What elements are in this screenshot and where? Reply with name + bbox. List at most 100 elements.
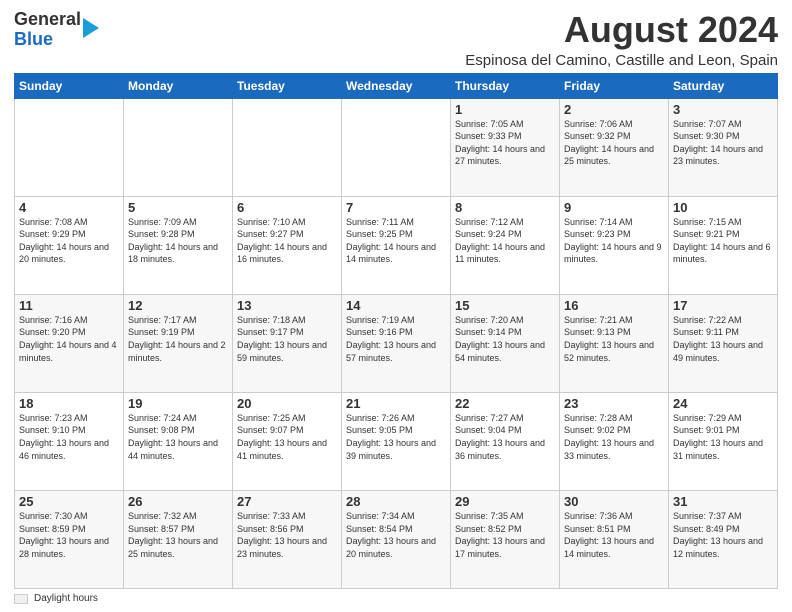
calendar-header-friday: Friday (560, 73, 669, 98)
cell-day-number: 29 (455, 494, 555, 509)
cell-info: Sunrise: 7:23 AM Sunset: 9:10 PM Dayligh… (19, 412, 119, 462)
calendar-cell: 27Sunrise: 7:33 AM Sunset: 8:56 PM Dayli… (233, 490, 342, 588)
cell-day-number: 4 (19, 200, 119, 215)
calendar-cell: 25Sunrise: 7:30 AM Sunset: 8:59 PM Dayli… (15, 490, 124, 588)
header: General Blue August 2024 Espinosa del Ca… (14, 10, 778, 69)
calendar-cell: 22Sunrise: 7:27 AM Sunset: 9:04 PM Dayli… (451, 392, 560, 490)
calendar-header-thursday: Thursday (451, 73, 560, 98)
calendar-cell: 6Sunrise: 7:10 AM Sunset: 9:27 PM Daylig… (233, 196, 342, 294)
calendar-cell: 13Sunrise: 7:18 AM Sunset: 9:17 PM Dayli… (233, 294, 342, 392)
calendar-cell: 4Sunrise: 7:08 AM Sunset: 9:29 PM Daylig… (15, 196, 124, 294)
cell-day-number: 21 (346, 396, 446, 411)
cell-info: Sunrise: 7:27 AM Sunset: 9:04 PM Dayligh… (455, 412, 555, 462)
cell-day-number: 2 (564, 102, 664, 117)
logo-general: General (14, 10, 81, 30)
cell-info: Sunrise: 7:22 AM Sunset: 9:11 PM Dayligh… (673, 314, 773, 364)
cell-day-number: 17 (673, 298, 773, 313)
calendar-cell: 10Sunrise: 7:15 AM Sunset: 9:21 PM Dayli… (669, 196, 778, 294)
calendar-header-tuesday: Tuesday (233, 73, 342, 98)
calendar-cell: 8Sunrise: 7:12 AM Sunset: 9:24 PM Daylig… (451, 196, 560, 294)
cell-day-number: 27 (237, 494, 337, 509)
calendar-cell: 24Sunrise: 7:29 AM Sunset: 9:01 PM Dayli… (669, 392, 778, 490)
cell-info: Sunrise: 7:28 AM Sunset: 9:02 PM Dayligh… (564, 412, 664, 462)
logo-text: General Blue (14, 10, 81, 50)
calendar-cell: 30Sunrise: 7:36 AM Sunset: 8:51 PM Dayli… (560, 490, 669, 588)
cell-day-number: 12 (128, 298, 228, 313)
calendar-header-saturday: Saturday (669, 73, 778, 98)
cell-day-number: 24 (673, 396, 773, 411)
cell-day-number: 11 (19, 298, 119, 313)
cell-info: Sunrise: 7:20 AM Sunset: 9:14 PM Dayligh… (455, 314, 555, 364)
calendar-cell: 20Sunrise: 7:25 AM Sunset: 9:07 PM Dayli… (233, 392, 342, 490)
calendar-week-row: 18Sunrise: 7:23 AM Sunset: 9:10 PM Dayli… (15, 392, 778, 490)
cell-info: Sunrise: 7:05 AM Sunset: 9:33 PM Dayligh… (455, 118, 555, 168)
cell-info: Sunrise: 7:25 AM Sunset: 9:07 PM Dayligh… (237, 412, 337, 462)
calendar-cell: 17Sunrise: 7:22 AM Sunset: 9:11 PM Dayli… (669, 294, 778, 392)
legend-box (14, 594, 28, 604)
cell-day-number: 15 (455, 298, 555, 313)
calendar-cell: 16Sunrise: 7:21 AM Sunset: 9:13 PM Dayli… (560, 294, 669, 392)
cell-day-number: 14 (346, 298, 446, 313)
title-area: August 2024 Espinosa del Camino, Castill… (465, 10, 778, 69)
calendar-header-wednesday: Wednesday (342, 73, 451, 98)
logo-arrow-icon (83, 18, 99, 38)
calendar-cell: 18Sunrise: 7:23 AM Sunset: 9:10 PM Dayli… (15, 392, 124, 490)
cell-day-number: 26 (128, 494, 228, 509)
calendar-header-monday: Monday (124, 73, 233, 98)
calendar-cell: 1Sunrise: 7:05 AM Sunset: 9:33 PM Daylig… (451, 98, 560, 196)
calendar-cell: 9Sunrise: 7:14 AM Sunset: 9:23 PM Daylig… (560, 196, 669, 294)
cell-day-number: 6 (237, 200, 337, 215)
calendar-week-row: 11Sunrise: 7:16 AM Sunset: 9:20 PM Dayli… (15, 294, 778, 392)
cell-info: Sunrise: 7:37 AM Sunset: 8:49 PM Dayligh… (673, 510, 773, 560)
calendar-week-row: 1Sunrise: 7:05 AM Sunset: 9:33 PM Daylig… (15, 98, 778, 196)
calendar-header-row: SundayMondayTuesdayWednesdayThursdayFrid… (15, 73, 778, 98)
cell-info: Sunrise: 7:29 AM Sunset: 9:01 PM Dayligh… (673, 412, 773, 462)
calendar-week-row: 4Sunrise: 7:08 AM Sunset: 9:29 PM Daylig… (15, 196, 778, 294)
cell-day-number: 13 (237, 298, 337, 313)
cell-day-number: 19 (128, 396, 228, 411)
cell-day-number: 16 (564, 298, 664, 313)
calendar-cell (342, 98, 451, 196)
page: General Blue August 2024 Espinosa del Ca… (0, 0, 792, 612)
cell-info: Sunrise: 7:34 AM Sunset: 8:54 PM Dayligh… (346, 510, 446, 560)
cell-info: Sunrise: 7:07 AM Sunset: 9:30 PM Dayligh… (673, 118, 773, 168)
cell-day-number: 28 (346, 494, 446, 509)
cell-info: Sunrise: 7:09 AM Sunset: 9:28 PM Dayligh… (128, 216, 228, 266)
cell-info: Sunrise: 7:33 AM Sunset: 8:56 PM Dayligh… (237, 510, 337, 560)
calendar-cell: 31Sunrise: 7:37 AM Sunset: 8:49 PM Dayli… (669, 490, 778, 588)
cell-info: Sunrise: 7:16 AM Sunset: 9:20 PM Dayligh… (19, 314, 119, 364)
footer: Daylight hours (14, 593, 778, 604)
cell-day-number: 23 (564, 396, 664, 411)
calendar-cell: 15Sunrise: 7:20 AM Sunset: 9:14 PM Dayli… (451, 294, 560, 392)
calendar-week-row: 25Sunrise: 7:30 AM Sunset: 8:59 PM Dayli… (15, 490, 778, 588)
cell-info: Sunrise: 7:19 AM Sunset: 9:16 PM Dayligh… (346, 314, 446, 364)
calendar-cell: 3Sunrise: 7:07 AM Sunset: 9:30 PM Daylig… (669, 98, 778, 196)
cell-day-number: 9 (564, 200, 664, 215)
cell-info: Sunrise: 7:17 AM Sunset: 9:19 PM Dayligh… (128, 314, 228, 364)
logo-blue: Blue (14, 30, 81, 50)
calendar-cell: 5Sunrise: 7:09 AM Sunset: 9:28 PM Daylig… (124, 196, 233, 294)
cell-day-number: 10 (673, 200, 773, 215)
cell-info: Sunrise: 7:35 AM Sunset: 8:52 PM Dayligh… (455, 510, 555, 560)
calendar-cell: 23Sunrise: 7:28 AM Sunset: 9:02 PM Dayli… (560, 392, 669, 490)
calendar-cell: 21Sunrise: 7:26 AM Sunset: 9:05 PM Dayli… (342, 392, 451, 490)
calendar-cell: 29Sunrise: 7:35 AM Sunset: 8:52 PM Dayli… (451, 490, 560, 588)
cell-day-number: 5 (128, 200, 228, 215)
calendar-cell: 12Sunrise: 7:17 AM Sunset: 9:19 PM Dayli… (124, 294, 233, 392)
calendar-cell: 26Sunrise: 7:32 AM Sunset: 8:57 PM Dayli… (124, 490, 233, 588)
calendar-cell: 11Sunrise: 7:16 AM Sunset: 9:20 PM Dayli… (15, 294, 124, 392)
cell-day-number: 18 (19, 396, 119, 411)
calendar-cell: 28Sunrise: 7:34 AM Sunset: 8:54 PM Dayli… (342, 490, 451, 588)
calendar-header-sunday: Sunday (15, 73, 124, 98)
cell-info: Sunrise: 7:06 AM Sunset: 9:32 PM Dayligh… (564, 118, 664, 168)
cell-day-number: 20 (237, 396, 337, 411)
cell-info: Sunrise: 7:14 AM Sunset: 9:23 PM Dayligh… (564, 216, 664, 266)
cell-info: Sunrise: 7:21 AM Sunset: 9:13 PM Dayligh… (564, 314, 664, 364)
calendar-cell: 7Sunrise: 7:11 AM Sunset: 9:25 PM Daylig… (342, 196, 451, 294)
calendar-cell: 19Sunrise: 7:24 AM Sunset: 9:08 PM Dayli… (124, 392, 233, 490)
cell-info: Sunrise: 7:24 AM Sunset: 9:08 PM Dayligh… (128, 412, 228, 462)
cell-info: Sunrise: 7:32 AM Sunset: 8:57 PM Dayligh… (128, 510, 228, 560)
cell-day-number: 22 (455, 396, 555, 411)
calendar-cell (124, 98, 233, 196)
calendar-table: SundayMondayTuesdayWednesdayThursdayFrid… (14, 73, 778, 589)
